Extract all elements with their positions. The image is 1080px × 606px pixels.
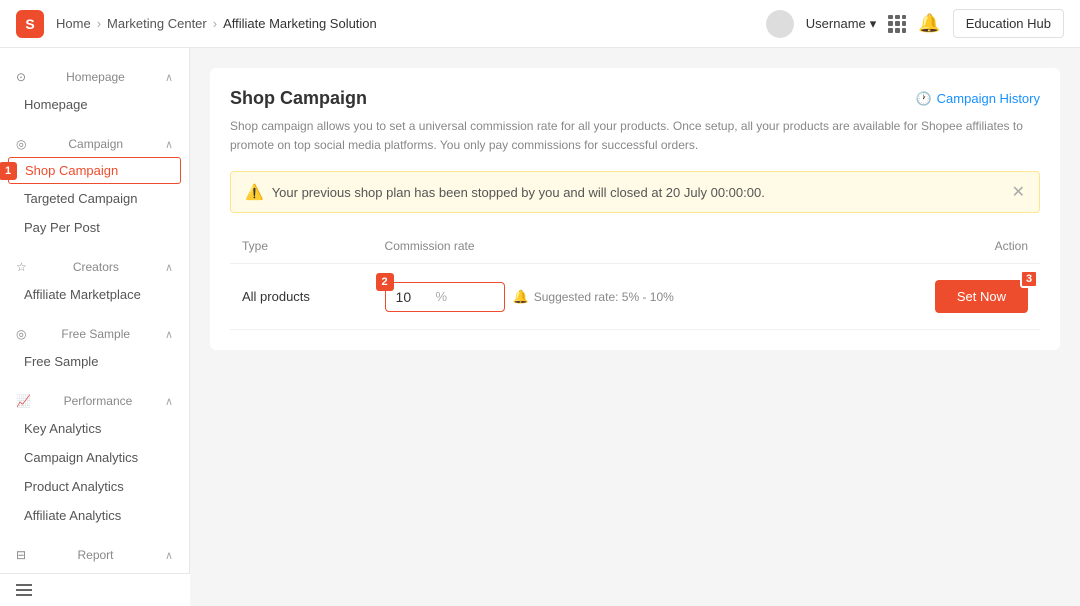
row-type: All products [230,264,373,330]
shop-campaign-label: Shop Campaign [25,163,118,178]
campaign-section-label: Campaign [68,137,123,151]
main-content: Shop Campaign 🕐 Campaign History Shop ca… [190,48,1080,606]
page-title: Shop Campaign [230,88,367,109]
report-chevron-icon[interactable]: ∧ [165,549,173,562]
clock-icon: 🕐 [915,91,931,107]
alert-content: ⚠️ Your previous shop plan has been stop… [245,183,765,201]
sidebar-section-creators: ☆ Creators ∧ Affiliate Marketplace [0,246,189,313]
notification-bell-icon[interactable]: 🔔 [918,13,940,34]
warning-icon: ⚠️ [245,183,264,201]
homepage-chevron-icon[interactable]: ∧ [165,71,173,84]
sidebar-item-homepage[interactable]: Homepage [0,90,189,119]
breadcrumb: Home › Marketing Center › Affiliate Mark… [56,16,377,31]
sidebar: ⊙ Homepage ∧ Homepage ◎ Campaign ∧ 1 Sho… [0,48,190,606]
free-sample-section-icon: ◎ [16,327,26,341]
sidebar-section-free-sample: ◎ Free Sample ∧ Free Sample [0,313,189,380]
creators-section-label: Creators [73,260,119,274]
commission-table: Type Commission rate Action All products… [230,229,1040,330]
campaign-history-link[interactable]: 🕐 Campaign History [915,91,1040,107]
sidebar-section-header-campaign: ◎ Campaign ∧ [0,131,189,157]
alert-banner: ⚠️ Your previous shop plan has been stop… [230,171,1040,213]
shop-campaign-card: Shop Campaign 🕐 Campaign History Shop ca… [210,68,1060,350]
bell-icon: 🔔 [513,289,529,305]
homepage-section-icon: ⊙ [16,70,26,84]
sidebar-section-performance: 📈 Performance ∧ Key Analytics Campaign A… [0,380,189,534]
free-sample-section-label: Free Sample [61,327,130,341]
sidebar-item-targeted-campaign[interactable]: Targeted Campaign [0,184,189,213]
suggested-rate-label: Suggested rate: 5% - 10% [534,290,674,304]
percent-sign: % [436,289,448,304]
username-label: Username [806,16,866,31]
sidebar-section-homepage: ⊙ Homepage ∧ Homepage [0,56,189,123]
homepage-section-label: Homepage [66,70,125,84]
commission-cell: 2 % 🔔 Suggested rate: 5% - 10% [385,282,847,312]
commission-input[interactable] [396,289,436,305]
hamburger-icon[interactable] [16,584,32,596]
step-badge-3: 3 [1020,270,1038,288]
grid-icon[interactable] [888,15,906,33]
suggested-rate: 🔔 Suggested rate: 5% - 10% [513,289,674,305]
creators-chevron-icon[interactable]: ∧ [165,261,173,274]
avatar [766,10,794,38]
sidebar-section-header-performance: 📈 Performance ∧ [0,388,189,414]
education-hub-button[interactable]: Education Hub [953,9,1064,38]
report-section-icon: ⊟ [16,548,26,562]
header-right: Username ▾ 🔔 Education Hub [766,9,1064,38]
card-header: Shop Campaign 🕐 Campaign History [230,88,1040,109]
performance-section-label: Performance [64,394,133,408]
sidebar-item-shop-campaign[interactable]: 1 Shop Campaign [8,157,181,184]
sidebar-item-pay-per-post[interactable]: Pay Per Post [0,213,189,242]
col-action: Action [858,229,1040,264]
breadcrumb-sep2: › [213,16,217,31]
app-header: S Home › Marketing Center › Affiliate Ma… [0,0,1080,48]
breadcrumb-home[interactable]: Home [56,16,91,31]
creators-section-icon: ☆ [16,260,27,274]
campaign-history-label: Campaign History [937,91,1040,106]
row-commission: 2 % 🔔 Suggested rate: 5% - 10% [373,264,859,330]
card-description: Shop campaign allows you to set a univer… [230,117,1040,155]
performance-chevron-icon[interactable]: ∧ [165,395,173,408]
username-button[interactable]: Username ▾ [806,16,877,32]
sidebar-item-affiliate-analytics[interactable]: Affiliate Analytics [0,501,189,530]
sidebar-item-campaign-analytics[interactable]: Campaign Analytics [0,443,189,472]
sidebar-item-product-analytics[interactable]: Product Analytics [0,472,189,501]
table-header-row: Type Commission rate Action [230,229,1040,264]
row-action: Set Now 3 [858,264,1040,330]
sidebar-section-header-homepage: ⊙ Homepage ∧ [0,64,189,90]
campaign-chevron-icon[interactable]: ∧ [165,138,173,151]
campaign-section-icon: ◎ [16,137,26,151]
breadcrumb-sep1: › [97,16,101,31]
set-now-wrap: Set Now 3 [870,280,1028,313]
chevron-down-icon: ▾ [870,16,877,32]
set-now-button[interactable]: Set Now [935,280,1028,313]
breadcrumb-current: Affiliate Marketing Solution [223,16,377,31]
sidebar-section-header-free-sample: ◎ Free Sample ∧ [0,321,189,347]
alert-close-button[interactable]: ✕ [1012,182,1025,202]
free-sample-chevron-icon[interactable]: ∧ [165,328,173,341]
sidebar-section-campaign: ◎ Campaign ∧ 1 Shop Campaign Targeted Ca… [0,123,189,246]
sidebar-bottom-bar [0,573,190,606]
alert-message: Your previous shop plan has been stopped… [272,185,765,200]
step-badge-1: 1 [0,162,17,180]
step-badge-2: 2 [376,273,394,291]
table-row: All products 2 % 🔔 Suggested [230,264,1040,330]
app-layout: ⊙ Homepage ∧ Homepage ◎ Campaign ∧ 1 Sho… [0,48,1080,606]
report-section-label: Report [77,548,113,562]
sidebar-item-key-analytics[interactable]: Key Analytics [0,414,189,443]
commission-input-wrap: 2 % [385,282,505,312]
col-type: Type [230,229,373,264]
breadcrumb-marketing[interactable]: Marketing Center [107,16,207,31]
app-logo: S [16,10,44,38]
sidebar-item-free-sample[interactable]: Free Sample [0,347,189,376]
sidebar-section-header-report: ⊟ Report ∧ [0,542,189,568]
sidebar-item-affiliate-marketplace[interactable]: Affiliate Marketplace [0,280,189,309]
sidebar-section-header-creators: ☆ Creators ∧ [0,254,189,280]
col-commission-rate: Commission rate [373,229,859,264]
performance-section-icon: 📈 [16,394,31,408]
